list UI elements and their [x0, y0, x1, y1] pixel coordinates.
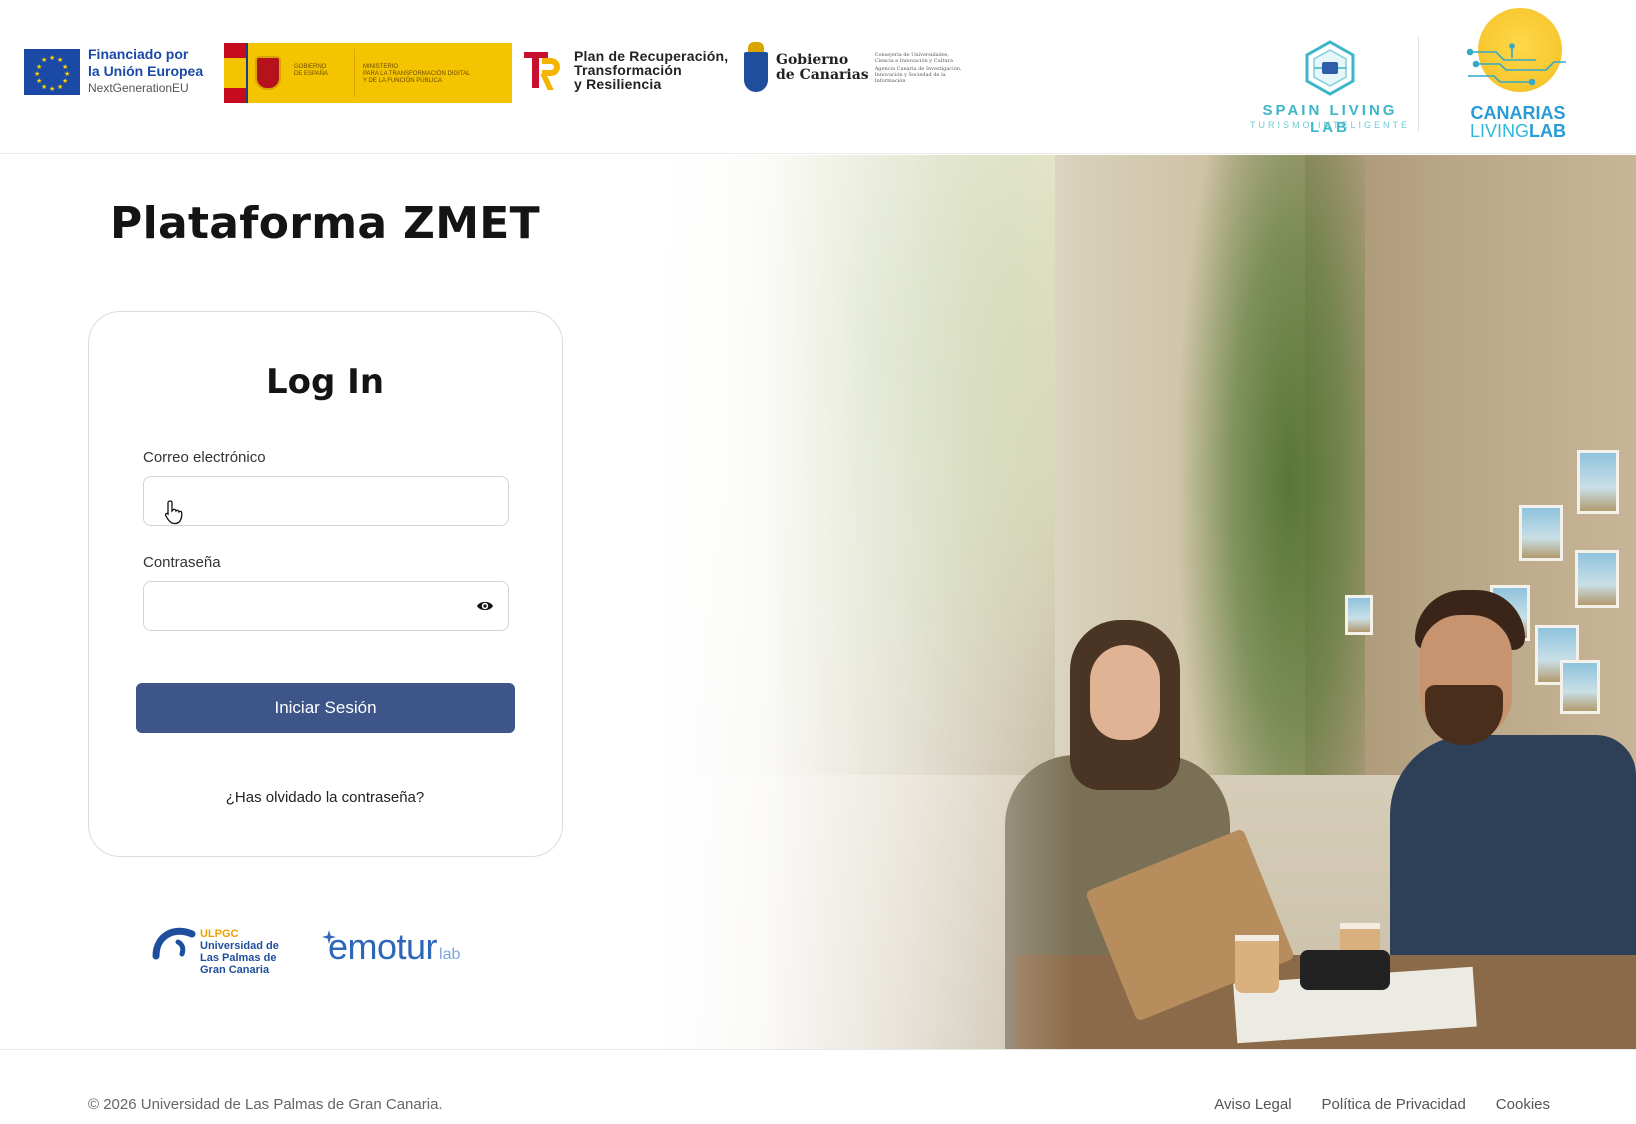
emotur-lab-logo: emotur lab — [322, 926, 461, 970]
living-lab-hexagon-icon — [1305, 40, 1355, 96]
circuit-lines-icon — [1466, 43, 1566, 86]
spain-living-lab-logo: SPAIN LIVING LAB TURISMO INTELIGENTE — [1250, 40, 1411, 136]
spain-gov-line5: Y DE LA FUNCIÓN PÚBLICA — [363, 78, 442, 84]
footer: © 2026 Universidad de Las Palmas de Gran… — [0, 1049, 1636, 1124]
header: ★ ★ ★ ★ ★ ★ ★ ★ ★ ★ ★ ★ Financiado por la Unión … — [0, 0, 1636, 154]
login-card: Log In Correo electrónico Contraseña Ini… — [88, 311, 563, 857]
emotur-main: emotur — [328, 926, 438, 967]
ulpgc-acronym: ULPGC — [200, 928, 239, 940]
ulpgc-logo: ULPGC Universidad de Las Palmas de Gran … — [152, 918, 292, 978]
eu-logo-line1: Financiado por — [88, 46, 189, 62]
canarias-living-lab-line1: CANARIAS — [1470, 103, 1566, 123]
eu-flag-icon: ★ ★ ★ ★ ★ ★ ★ ★ ★ ★ ★ ★ — [24, 48, 80, 95]
hand-pointer-icon — [164, 500, 183, 525]
prtr-mark-icon — [520, 48, 564, 92]
login-title: Log In — [265, 362, 385, 402]
ulpgc-line1: Universidad de — [200, 940, 279, 952]
spain-gov-line3: MINISTERIO — [363, 64, 399, 70]
ulpgc-line2: Las Palmas de — [200, 952, 277, 964]
spain-living-lab-title: SPAIN LIVING LAB — [1262, 102, 1398, 136]
email-label: Correo electrónico — [143, 449, 266, 466]
spain-gov-line4: PARA LA TRANSFORMACIÓN DIGITAL — [363, 71, 471, 77]
spain-gov-line2: DE ESPAÑA — [294, 71, 328, 77]
cookies-link[interactable]: Cookies — [1496, 1096, 1550, 1113]
forgot-password-link[interactable]: ¿Has olvidado la contraseña? — [89, 789, 561, 806]
emotur-suffix: lab — [439, 946, 461, 963]
page-title: Plataforma ZMET — [110, 198, 540, 249]
eu-logo-line2: la Unión Europea — [88, 63, 204, 79]
gobcan-line1: Gobierno — [776, 52, 849, 68]
sparkle-icon — [322, 930, 336, 944]
spain-crest-icon — [248, 43, 288, 103]
password-field[interactable] — [144, 582, 508, 630]
privacy-policy-link[interactable]: Política de Privacidad — [1322, 1096, 1466, 1113]
canarias-living-lab-line2a: LIVING — [1469, 121, 1530, 141]
spain-flag-stripe — [224, 43, 248, 103]
header-divider — [1418, 36, 1419, 132]
password-label: Contraseña — [143, 554, 221, 571]
copyright-text: © 2026 Universidad de Las Palmas de Gran… — [88, 1096, 443, 1113]
gobcan-small1: Consejería de Universidades, Ciencia e I… — [874, 52, 953, 64]
legal-notice-link[interactable]: Aviso Legal — [1214, 1096, 1291, 1113]
email-field[interactable] — [144, 477, 508, 525]
gobcan-small2: Agencia Canaria de Investigación, Innova… — [874, 66, 962, 84]
prtr-logo: Plan de Recuperación, Transformación y R… — [520, 48, 728, 92]
spain-living-lab-subtitle: TURISMO INTELIGENTE — [1250, 120, 1411, 130]
footer-links: Aviso Legal Política de Privacidad Cooki… — [1214, 1096, 1550, 1113]
gobcan-line2: de Canarias — [776, 67, 869, 83]
password-field-wrapper — [143, 581, 509, 631]
eu-logo-line3: NextGenerationEU — [88, 81, 189, 95]
canarias-shield-icon — [742, 42, 770, 94]
ulpgc-arc-icon — [152, 927, 196, 960]
eye-icon[interactable] — [476, 599, 494, 613]
canarias-living-lab-logo: CANARIAS LIVINGLAB — [1466, 8, 1570, 141]
prtr-line2: Transformación — [574, 62, 682, 78]
email-field-wrapper — [143, 476, 509, 526]
ulpgc-line3: Gran Canaria — [200, 964, 270, 976]
eu-funding-logo: ★ ★ ★ ★ ★ ★ ★ ★ ★ ★ ★ ★ Financiado por la Unión … — [24, 46, 203, 97]
gobierno-canarias-logo: Gobierno de Canarias Consejería de Unive… — [742, 42, 963, 94]
spain-government-logo: GOBIERNO DE ESPAÑA MINISTERIO PARA LA TR… — [224, 43, 512, 103]
canarias-living-lab-line2b: LAB — [1529, 121, 1567, 141]
prtr-line1: Plan de Recuperación, — [574, 48, 729, 64]
hero-photo — [655, 155, 1636, 1049]
login-submit-button[interactable]: Iniciar Sesión — [136, 683, 515, 733]
spain-gov-line1: GOBIERNO — [294, 64, 327, 70]
prtr-line3: y Resiliencia — [574, 76, 662, 92]
